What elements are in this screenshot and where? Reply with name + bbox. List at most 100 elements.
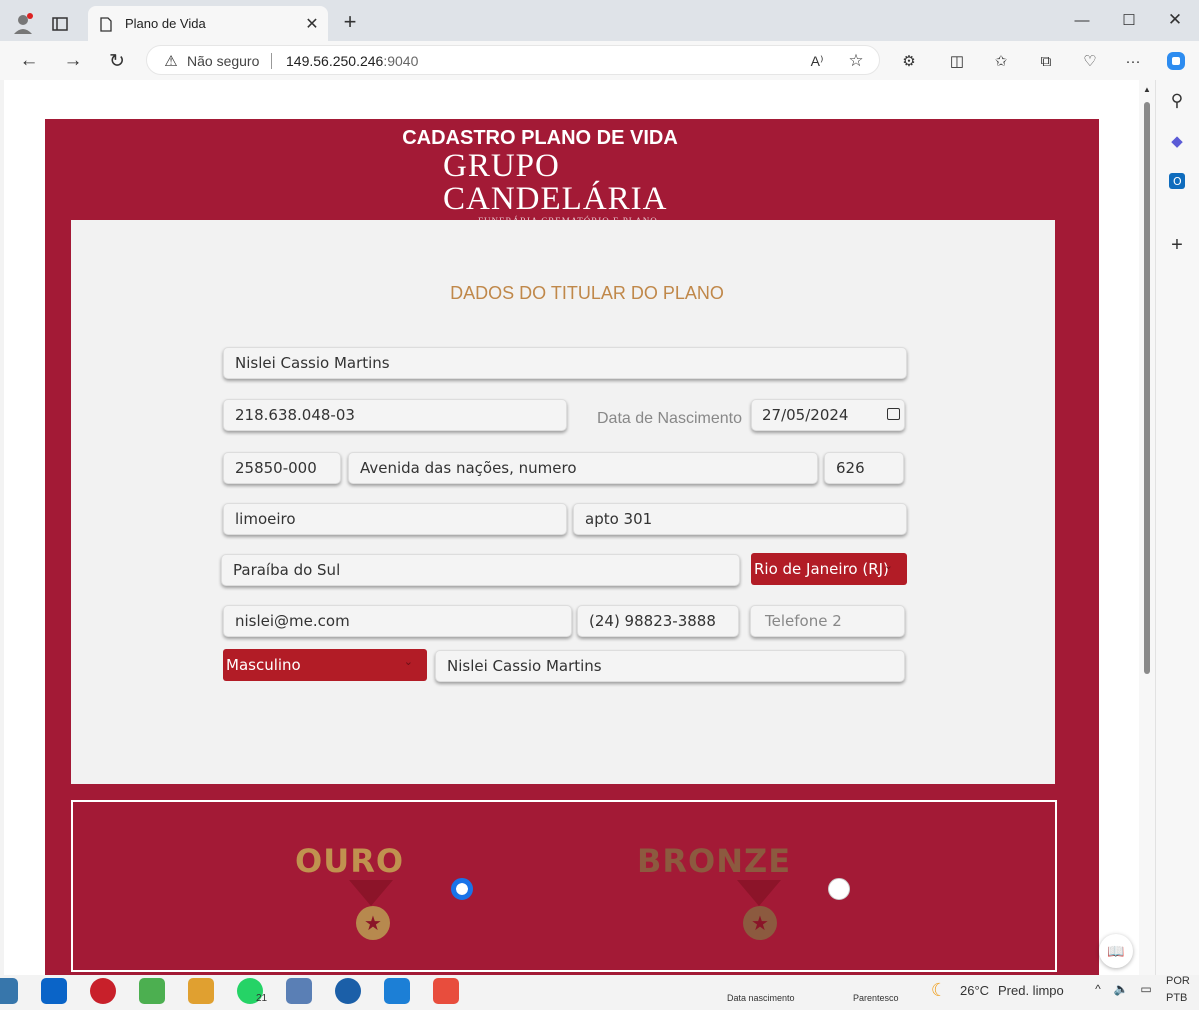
chrome-icon[interactable]	[188, 978, 214, 1004]
search-icon[interactable]: ⚲	[1166, 90, 1188, 112]
language-line2[interactable]: PTB	[1166, 992, 1187, 1004]
add-sidebar-icon[interactable]: +	[1166, 234, 1188, 256]
ouro-medal-icon: ★	[356, 906, 390, 940]
read-aloud-icon[interactable]: A⁾	[807, 51, 827, 71]
minimize-icon[interactable]: —	[1072, 10, 1092, 30]
network-app-icon[interactable]	[286, 978, 312, 1004]
split-screen-icon[interactable]: ◫	[946, 50, 968, 72]
language-line1[interactable]: POR	[1166, 975, 1190, 987]
close-icon[interactable]: ✕	[1165, 10, 1185, 30]
network-tray-icon[interactable]: ▭	[1138, 981, 1154, 997]
tab-actions-icon[interactable]	[48, 12, 72, 36]
profile-icon[interactable]	[10, 10, 36, 36]
telefone2-field[interactable]: Telefone 2	[750, 605, 905, 637]
browser-essentials-icon[interactable]: ♡	[1079, 50, 1101, 72]
data-nascimento-label: Data de Nascimento	[597, 410, 742, 427]
immersive-reader-icon[interactable]: 📖	[1099, 934, 1133, 968]
collections-icon[interactable]: ⧉	[1035, 50, 1057, 72]
logo-line2: CANDELÁRIA	[443, 181, 668, 217]
sexo-select[interactable]: Masculino ⌄	[223, 649, 427, 681]
logo-line1: GRUPO	[443, 148, 560, 184]
tab-title: Plano de Vida	[125, 16, 206, 31]
refresh-icon[interactable]: ↻	[106, 50, 128, 72]
titular-card: DADOS DO TITULAR DO PLANO Nislei Cassio …	[71, 220, 1055, 784]
security-label[interactable]: Não seguro	[187, 53, 259, 69]
copilot-icon[interactable]	[1164, 49, 1188, 73]
bronze-medal-icon: ★	[743, 906, 777, 940]
volume-icon[interactable]: 🔈	[1113, 981, 1129, 997]
plan-bronze-radio[interactable]	[828, 878, 850, 900]
data-nascimento-field[interactable]: 27/05/2024	[751, 399, 905, 431]
weather-description: Pred. limpo	[998, 983, 1064, 998]
cidade-field[interactable]: Paraíba do Sul	[221, 554, 740, 586]
estado-select[interactable]: Rio de Janeiro (RJ) ⌄	[751, 553, 907, 585]
vertical-scrollbar[interactable]: ▲	[1139, 80, 1155, 975]
cep-field[interactable]: 25850-000	[223, 452, 341, 484]
whatsapp-badge: 21	[256, 993, 268, 1004]
form-container: CADASTRO PLANO DE VIDA GRUPO CANDELÁRIA …	[45, 119, 1099, 975]
copilot-sidebar-icon[interactable]: ◆	[1166, 130, 1188, 152]
plan-bronze-label: BRONZE	[637, 842, 792, 880]
git-icon[interactable]	[433, 978, 459, 1004]
url-port: :9040	[383, 53, 419, 69]
estado-value: Rio de Janeiro (RJ)	[754, 560, 889, 578]
cpf-field[interactable]: 218.638.048-03	[223, 399, 567, 431]
weather-temperature: 26°C	[960, 983, 990, 998]
python-icon[interactable]	[0, 978, 18, 1004]
endereco-field[interactable]: Avenida das nações, numero	[348, 452, 818, 484]
page-icon	[99, 16, 113, 32]
warning-icon[interactable]: ⚠	[162, 52, 180, 70]
browser-tab-strip: Plano de Vida ✕ + — ☐ ✕	[0, 0, 1199, 41]
url-text[interactable]: 149.56.250.246:9040	[286, 53, 418, 69]
favorite-star-icon[interactable]: ☆	[846, 51, 866, 71]
app-snake-icon[interactable]	[90, 978, 116, 1004]
mail-icon[interactable]	[41, 978, 67, 1004]
logo: GRUPO CANDELÁRIA FUNERÁRIA CREMATÓRIO E …	[443, 148, 668, 227]
weather-icon[interactable]: ☾	[928, 979, 950, 1001]
complemento-field[interactable]: apto 301	[573, 503, 907, 535]
calendar-icon[interactable]	[887, 408, 900, 420]
favorites-icon[interactable]: ✩	[990, 50, 1012, 72]
bairro-field[interactable]: limoeiro	[223, 503, 567, 535]
address-bar[interactable]: ⚠ Não seguro 149.56.250.246:9040 A⁾ ☆	[146, 45, 880, 75]
maximize-icon[interactable]: ☐	[1119, 10, 1139, 30]
scrollbar-thumb[interactable]	[1144, 102, 1150, 674]
extensions-icon[interactable]: ⚙	[898, 50, 920, 72]
nome-confirmacao-field[interactable]: Nislei Cassio Martins	[435, 650, 905, 682]
wireless-app-icon[interactable]	[335, 978, 361, 1004]
plan-ouro-label: OURO	[295, 842, 405, 880]
android-icon[interactable]	[139, 978, 165, 1004]
telefone1-field[interactable]: (24) 98823-3888	[577, 605, 739, 637]
chevron-down-icon: ⌄	[883, 559, 893, 572]
chevron-down-icon: ⌄	[403, 655, 413, 668]
plan-ouro-radio[interactable]	[451, 878, 473, 900]
outlook-icon[interactable]: O	[1166, 170, 1188, 192]
email-field[interactable]: nislei@me.com	[223, 605, 572, 637]
vscode-icon[interactable]	[384, 978, 410, 1004]
close-tab-icon[interactable]: ✕	[303, 15, 321, 33]
peek-data-nascimento-label: Data nascimento	[727, 993, 795, 1003]
scroll-up-icon[interactable]: ▲	[1142, 84, 1152, 94]
peek-parentesco-label: Parentesco	[853, 993, 899, 1003]
numero-field[interactable]: 626	[824, 452, 904, 484]
more-options-icon[interactable]: ···	[1122, 50, 1144, 72]
bronze-ribbon	[737, 880, 781, 906]
new-tab-button[interactable]: +	[340, 9, 360, 34]
page-title: CADASTRO PLANO DE VIDA	[402, 127, 678, 149]
edge-sidebar: ⚲ ◆ O +	[1155, 80, 1199, 975]
nome-field[interactable]: Nislei Cassio Martins	[223, 347, 907, 379]
section-title: DADOS DO TITULAR DO PLANO	[450, 283, 724, 303]
url-host: 149.56.250.246	[286, 53, 384, 69]
ouro-ribbon	[349, 880, 393, 906]
svg-text:O: O	[1173, 175, 1182, 188]
sexo-value: Masculino	[226, 656, 301, 674]
tray-chevron-icon[interactable]: ^	[1090, 981, 1106, 997]
back-icon[interactable]: ←	[18, 50, 40, 72]
plan-selector: OURO ★ BRONZE ★	[71, 800, 1057, 972]
page-viewport: CADASTRO PLANO DE VIDA GRUPO CANDELÁRIA …	[4, 80, 1139, 975]
navigation-bar: ← → ↻ ⚠ Não seguro 149.56.250.246:9040 A…	[0, 41, 1199, 80]
address-separator	[271, 53, 272, 69]
tab-plano-de-vida[interactable]: Plano de Vida ✕	[88, 6, 328, 41]
taskbar: 21 Data nascimento Parentesco ☾ 26°C Pre…	[0, 975, 1199, 1010]
forward-icon[interactable]: →	[62, 50, 84, 72]
